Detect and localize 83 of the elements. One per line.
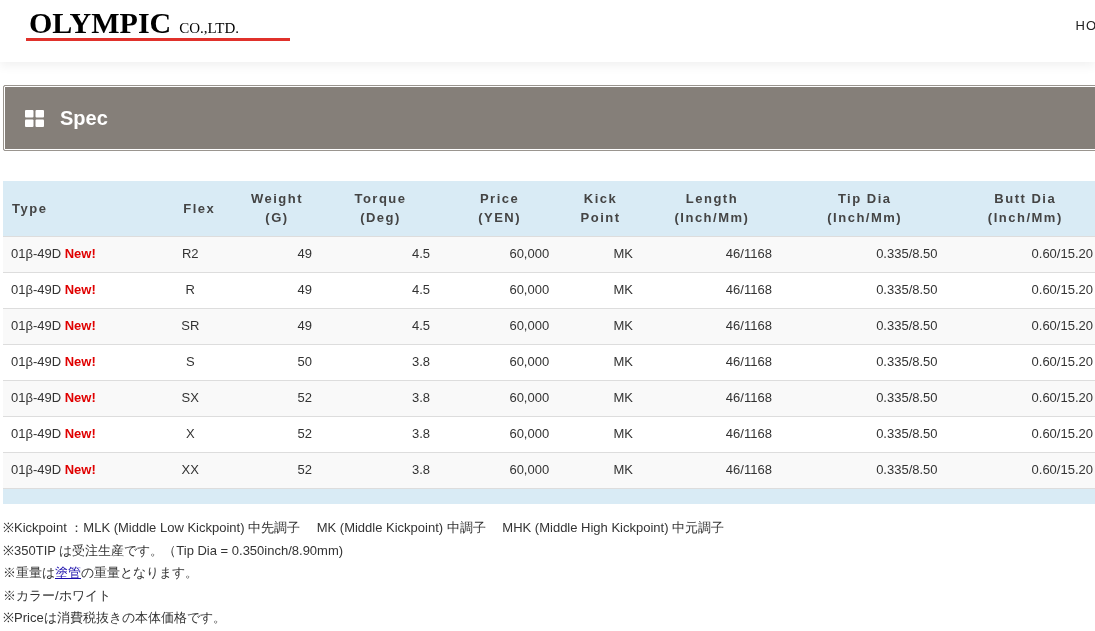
- column-header: Flex: [165, 181, 233, 236]
- table-cell: 60,000: [440, 452, 560, 488]
- table-cell: 46/1168: [642, 380, 782, 416]
- table-cell: 46/1168: [642, 272, 782, 308]
- table-cell: 0.335/8.50: [781, 272, 948, 308]
- column-header: Kick Point: [559, 181, 643, 236]
- table-cell: MK: [559, 236, 643, 272]
- table-cell: 0.60/15.20: [947, 452, 1095, 488]
- note-text: ※Kickpoint ：MLK (Middle Low Kickpoint) 中先調子 MK (Middle Kickpoint) 中調子 MHK (Middle High Kickpoint) 中元調子: [3, 519, 726, 537]
- table-cell: 0.60/15.20: [947, 380, 1095, 416]
- column-header: Type: [3, 181, 166, 236]
- table-cell: MK: [559, 272, 643, 308]
- table-cell: 52: [232, 380, 321, 416]
- table-cell: 4.5: [320, 272, 441, 308]
- table-cell: 60,000: [440, 236, 560, 272]
- table-cell: 01β-49D New!: [3, 272, 166, 308]
- table-cell: MK: [559, 380, 643, 416]
- table-cell: 46/1168: [642, 344, 782, 380]
- table-cell: MK: [559, 308, 643, 344]
- table-cell: 01β-49D New!: [3, 236, 166, 272]
- table-cell: 01β-49D New!: [3, 452, 166, 488]
- table-cell: 52: [232, 416, 321, 452]
- logo-wordmark: OLYMPIC: [29, 8, 172, 38]
- table-cell: 01β-49D New!: [3, 416, 166, 452]
- table-cell: 49: [232, 272, 321, 308]
- section-title: Spec: [60, 106, 108, 131]
- logo[interactable]: OLYMPIC CO.,LTD.: [26, 8, 290, 41]
- column-header: Torque (Deg): [320, 181, 441, 236]
- table-cell: 0.335/8.50: [781, 416, 948, 452]
- grid-icon: [25, 109, 44, 127]
- table-cell: S: [165, 344, 233, 380]
- table-cell: 60,000: [440, 308, 560, 344]
- table-cell: 0.60/15.20: [947, 272, 1095, 308]
- table-cell: 3.8: [320, 380, 441, 416]
- table-cell: 60,000: [440, 416, 560, 452]
- table-cell: 3.8: [320, 344, 441, 380]
- table-cell: 49: [232, 308, 321, 344]
- table-cell: 0.335/8.50: [781, 380, 948, 416]
- table-cell: R2: [165, 236, 233, 272]
- note-text: ※350TIP は受注生産です。（Tip Dia = 0.350inch/8.90mm): [3, 541, 345, 560]
- note-text: ※カラー/ホワイト: [3, 586, 112, 605]
- note-text: ※重量は塗管の重量となります。: [3, 564, 199, 582]
- column-header: Length (Inch/Mm): [642, 181, 782, 236]
- table-cell: MK: [559, 416, 643, 452]
- table-cell: 0.60/15.20: [947, 236, 1095, 272]
- table-cell: 52: [232, 452, 321, 488]
- column-header: Weight (G): [232, 181, 321, 236]
- table-cell: MK: [559, 344, 643, 380]
- column-header: Butt Dia (Inch/Mm): [947, 181, 1095, 236]
- table-cell: 01β-49D New!: [3, 308, 166, 344]
- table-cell: 60,000: [440, 272, 560, 308]
- table-cell: 4.5: [320, 236, 441, 272]
- table-cell: 01β-49D New!: [3, 344, 166, 380]
- table-cell: SR: [165, 308, 233, 344]
- table-cell: 49: [232, 236, 321, 272]
- table-cell: 46/1168: [642, 308, 782, 344]
- table-cell: 60,000: [440, 380, 560, 416]
- column-header: Tip Dia (Inch/Mm): [781, 181, 948, 236]
- table-cell: MK: [559, 452, 643, 488]
- table-cell: 3.8: [320, 452, 441, 488]
- table-cell: 4.5: [320, 308, 441, 344]
- table-cell: 0.60/15.20: [947, 416, 1095, 452]
- table-cell: SX: [165, 380, 233, 416]
- table-cell: 01β-49D New!: [3, 380, 166, 416]
- note-link[interactable]: 塗管: [55, 565, 81, 580]
- logo-suffix: CO.,LTD.: [179, 21, 240, 36]
- table-cell: 46/1168: [642, 416, 782, 452]
- note-text: ※Priceは消費税抜きの本体価格です。: [3, 609, 227, 627]
- table-cell: 50: [232, 344, 321, 380]
- table-cell: 0.335/8.50: [781, 308, 948, 344]
- table-cell: 0.335/8.50: [781, 452, 948, 488]
- table-cell: 3.8: [320, 416, 441, 452]
- table-cell: 0.60/15.20: [947, 344, 1095, 380]
- table-cell: 60,000: [440, 344, 560, 380]
- table-cell: X: [165, 416, 233, 452]
- table-cell: R: [165, 272, 233, 308]
- table-cell: 0.335/8.50: [781, 344, 948, 380]
- table-cell: 0.60/15.20: [947, 308, 1095, 344]
- column-header: Price (YEN): [440, 181, 560, 236]
- table-cell: XX: [165, 452, 233, 488]
- table-cell: 46/1168: [642, 452, 782, 488]
- table-cell: 0.335/8.50: [781, 236, 948, 272]
- table-cell: 46/1168: [642, 236, 782, 272]
